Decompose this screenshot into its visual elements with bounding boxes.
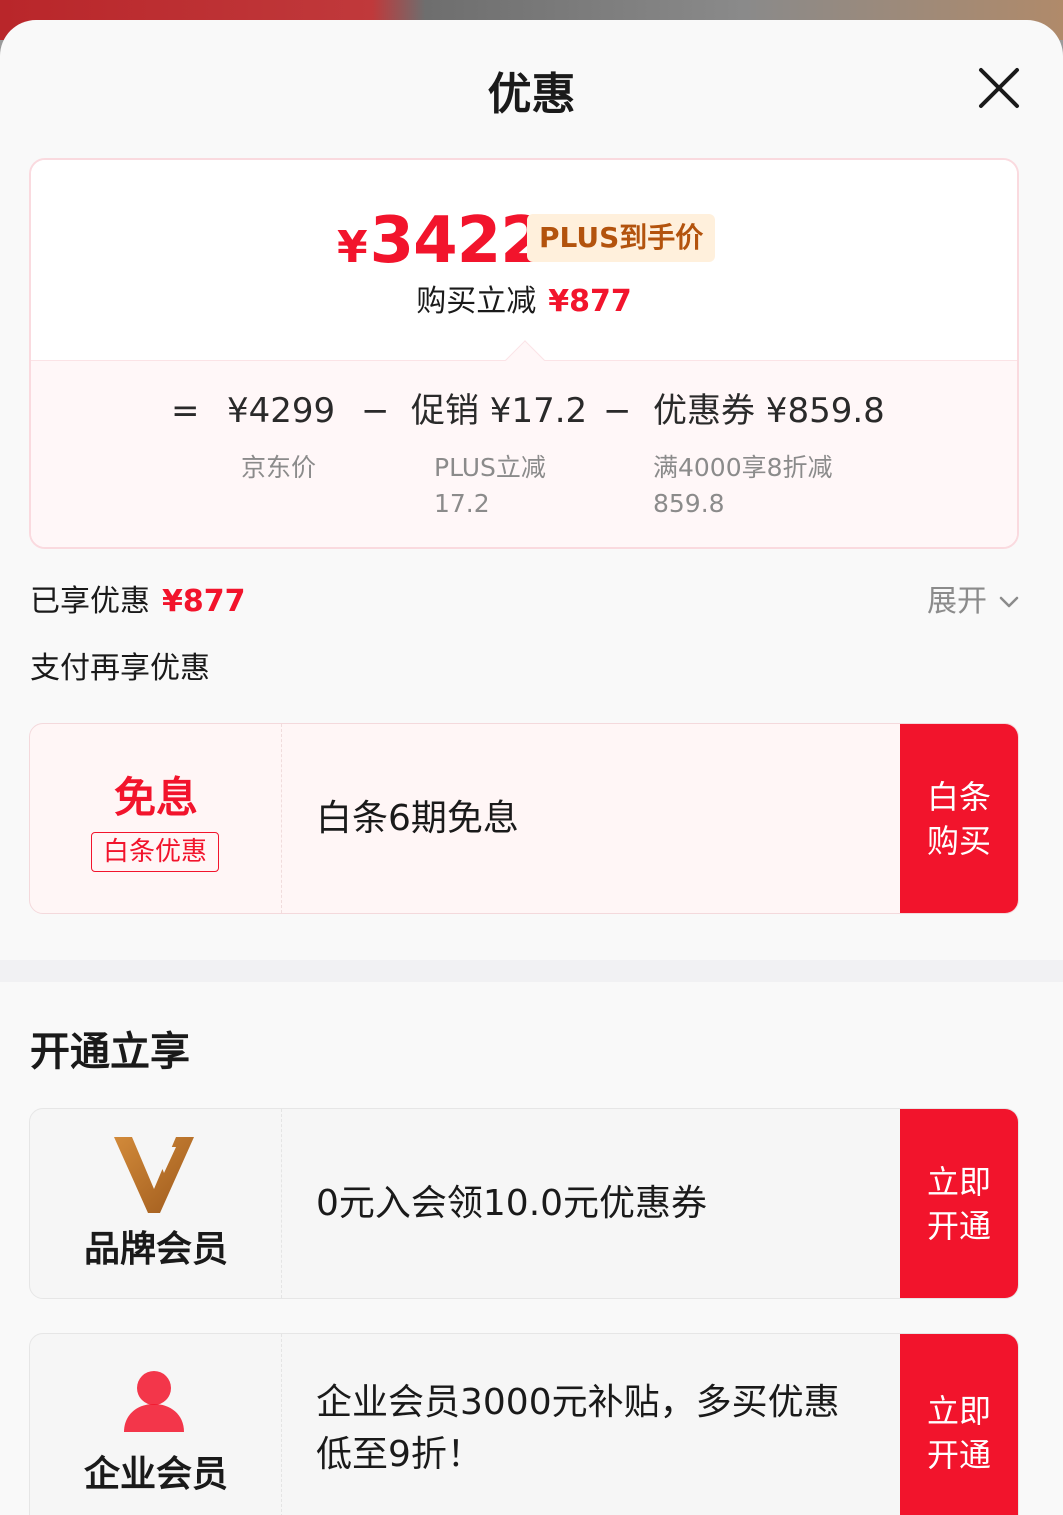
promo-label: PLUS立减 xyxy=(434,453,546,482)
action-label: 购买 xyxy=(926,821,991,860)
brand-v-logo-icon xyxy=(114,1137,194,1213)
enterprise-member-description: 企业会员3000元补贴，多买优惠 xyxy=(316,1382,840,1423)
section-divider xyxy=(0,960,1063,982)
action-label: 立即 xyxy=(926,1392,991,1430)
enterprise-member-description: 低至9折！ xyxy=(316,1434,483,1475)
formula-promo: 促销 ¥17.2 xyxy=(411,391,588,431)
enjoyed-discount: 已享优惠 ¥877 xyxy=(30,580,246,624)
action-label: 开通 xyxy=(926,1206,991,1245)
membership-section-title: 开通立享 xyxy=(30,1029,190,1075)
formula-coupon: 优惠券 ¥859.8 xyxy=(653,391,885,431)
buy-reduce-value: ¥877 xyxy=(548,284,632,319)
action-label: 白条 xyxy=(926,777,991,816)
formula-jd-price: ¥4299 xyxy=(227,391,336,431)
person-icon xyxy=(124,1371,184,1432)
baitiao-buy-button[interactable]: 白条 购买 xyxy=(900,724,1018,913)
expand-button[interactable]: 展开 xyxy=(927,580,1021,624)
action-label: 立即 xyxy=(926,1162,991,1201)
pay-section-title: 支付再享优惠 xyxy=(30,651,210,686)
coupon-amount: 859.8 xyxy=(653,489,725,518)
baitiao-tag: 白条优惠 xyxy=(91,832,219,872)
promo-amount: 17.2 xyxy=(434,489,490,518)
close-icon xyxy=(979,68,1019,108)
offer-description: 白条6期免息 xyxy=(316,798,519,839)
brand-member-card: 品牌会员 0元入会领10.0元优惠券 立即 开通 xyxy=(29,1108,1019,1299)
price-breakdown-card: ¥ 3422 PLUS到手价 购买立减 ¥877 = ¥4299 − 促销 ¥17… xyxy=(29,158,1019,549)
sheet-title: 优惠 xyxy=(487,69,576,120)
formula-equals: = xyxy=(171,391,200,431)
close-button[interactable] xyxy=(975,64,1023,112)
interest-free-title: 免息 xyxy=(113,773,198,822)
action-label: 开通 xyxy=(926,1436,991,1474)
final-price-value: 3422 xyxy=(369,204,545,278)
currency-symbol: ¥ xyxy=(337,222,368,273)
brand-member-join-button[interactable]: 立即 开通 xyxy=(900,1109,1018,1298)
enjoyed-value: ¥877 xyxy=(162,584,246,619)
plus-price-badge: PLUS到手价 xyxy=(527,214,716,262)
final-price: ¥ 3422 xyxy=(337,204,545,278)
formula-minus: − xyxy=(361,391,390,431)
enterprise-member-name: 企业会员 xyxy=(83,1454,228,1495)
buy-reduce-line: 购买立减 ¥877 xyxy=(31,280,1017,324)
formula-minus: − xyxy=(603,391,632,431)
expand-label: 展开 xyxy=(927,584,987,619)
chevron-down-icon xyxy=(999,596,1019,608)
baitiao-offer-card: 免息 白条优惠 白条6期免息 白条 购买 xyxy=(29,723,1019,914)
discount-sheet: 优惠 ¥ 3422 PLUS到手价 购买立减 ¥877 = ¥4299 − 促销 … xyxy=(0,20,1063,1515)
brand-member-description: 0元入会领10.0元优惠券 xyxy=(316,1183,708,1224)
coupon-label: 满4000享8折减 xyxy=(653,453,833,482)
brand-member-name: 品牌会员 xyxy=(83,1229,228,1270)
enterprise-member-card: 企业会员 企业会员3000元补贴，多买优惠 低至9折！ 立即 开通 xyxy=(29,1333,1019,1515)
buy-reduce-label: 购买立减 xyxy=(416,284,537,319)
enterprise-member-join-button[interactable]: 立即 开通 xyxy=(900,1334,1018,1515)
jd-price-label: 京东价 xyxy=(241,453,317,482)
enjoyed-label: 已享优惠 xyxy=(30,584,150,619)
